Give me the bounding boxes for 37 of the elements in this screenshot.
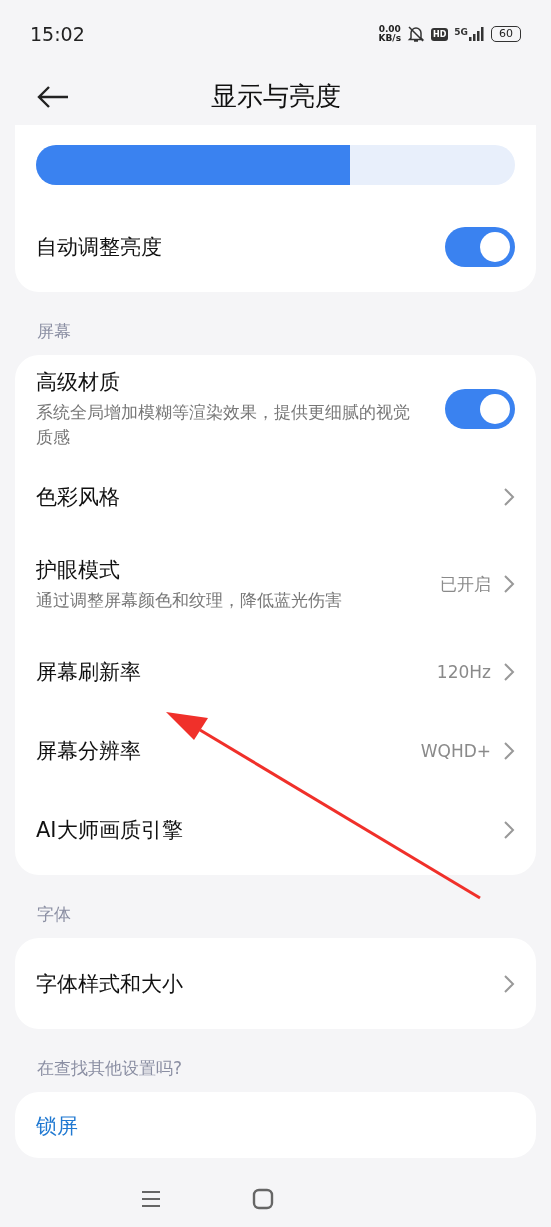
menu-icon[interactable] xyxy=(140,1189,162,1208)
chevron-right-icon xyxy=(503,973,515,994)
setting-value: 已开启 xyxy=(440,572,491,596)
setting-label[interactable]: 屏幕刷新率 xyxy=(36,657,425,686)
chevron-right-icon xyxy=(503,819,515,840)
chevron-right-icon xyxy=(503,740,515,761)
back-button[interactable] xyxy=(36,84,70,109)
section-heading: 在查找其他设置吗? xyxy=(36,1057,184,1080)
chevron-right-icon xyxy=(503,661,515,682)
network-type: 5G xyxy=(454,27,468,37)
section-heading: 屏幕 xyxy=(36,320,72,343)
suggestion-link[interactable]: 锁屏 xyxy=(36,1112,78,1152)
section-heading: 字体 xyxy=(36,903,72,926)
setting-value: 120Hz xyxy=(436,661,491,682)
speed-unit: KB/s xyxy=(378,34,401,43)
status-time: 15:02 xyxy=(30,23,85,45)
toggle-switch[interactable] xyxy=(445,226,515,267)
setting-label[interactable]: 护眼模式 xyxy=(36,555,428,584)
toggle-switch[interactable] xyxy=(445,389,515,429)
battery-level: 60 xyxy=(491,26,521,42)
setting-label[interactable]: 自动调整亮度 xyxy=(36,232,433,261)
chevron-right-icon xyxy=(503,486,515,507)
setting-label[interactable]: 高级材质 xyxy=(36,368,433,396)
bell-off-icon xyxy=(407,25,425,43)
setting-label[interactable]: 色彩风格 xyxy=(36,482,491,511)
setting-label[interactable]: AI大师画质引擎 xyxy=(36,815,491,844)
speed-value: 0.00 xyxy=(378,25,401,34)
setting-description: 通过调整屏幕颜色和纹理，降低蓝光伤害 xyxy=(36,588,343,612)
home-icon[interactable] xyxy=(252,1187,274,1210)
signal-icon xyxy=(469,27,485,41)
setting-label[interactable]: 屏幕分辨率 xyxy=(36,736,409,765)
brightness-slider[interactable] xyxy=(36,145,515,185)
page-title: 显示与亮度 xyxy=(209,80,342,113)
chevron-right-icon xyxy=(503,574,515,594)
setting-value: WQHD+ xyxy=(420,740,491,761)
hd-badge: HD xyxy=(431,27,449,41)
setting-description: 系统全局增加模糊等渲染效果，提供更细腻的视觉质感 xyxy=(36,401,411,449)
